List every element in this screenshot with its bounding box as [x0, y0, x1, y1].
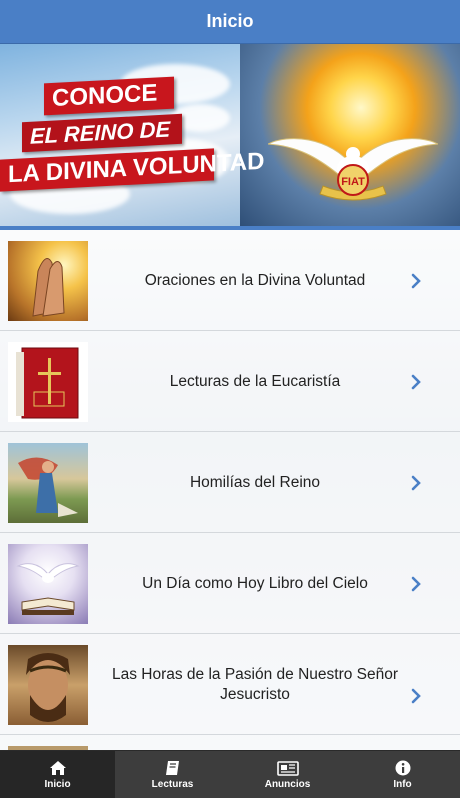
chevron-right-icon: [411, 475, 421, 491]
menu-list: Oraciones en la Divina Voluntad Lecturas…: [0, 230, 460, 750]
tab-anuncios[interactable]: Anuncios: [230, 751, 345, 798]
list-item-label: Oraciones en la Divina Voluntad: [144, 271, 366, 289]
page-title: Inicio: [206, 11, 254, 31]
newspaper-icon: [276, 760, 299, 776]
list-item[interactable]: Homilías del Reino: [0, 432, 460, 533]
tab-label: Info: [393, 778, 412, 790]
list-item[interactable]: Oraciones en la Divina Voluntad: [0, 230, 460, 331]
praying-hands-image: [8, 241, 88, 321]
chevron-right-icon: [411, 273, 421, 289]
list-item-label: Lecturas de la Eucaristía: [169, 372, 341, 390]
tab-label: Anuncios: [264, 778, 311, 790]
chevron-right-icon: [411, 576, 421, 592]
tab-label: Inicio: [44, 778, 71, 790]
chevron-right-icon: [411, 374, 421, 390]
red-bible-image: [8, 342, 88, 422]
tab-inicio[interactable]: Inicio: [0, 751, 115, 798]
tab-info[interactable]: Info: [345, 751, 460, 798]
painting-image: [8, 443, 88, 523]
list-item[interactable]: [0, 735, 460, 750]
banner-line-1: CONOCE: [44, 76, 174, 116]
list-item[interactable]: Lecturas de la Eucaristía: [0, 331, 460, 432]
tab-lecturas[interactable]: Lecturas: [115, 751, 230, 798]
book-icon: [165, 760, 179, 775]
home-icon: [49, 760, 66, 775]
list-item[interactable]: Las Horas de la Pasión de Nuestro Señor …: [0, 634, 460, 735]
hero-banner: CONOCE EL REINO DE LA DIVINA VOLUNTAD FI…: [0, 44, 460, 230]
bottom-tab-bar: Inicio Lecturas Anuncios Info: [0, 750, 460, 798]
dove-book-image: [8, 544, 88, 624]
tab-label: Lecturas: [151, 778, 194, 790]
info-icon: [395, 760, 410, 775]
chevron-right-icon: [411, 688, 421, 704]
top-bar: Inicio: [0, 0, 460, 44]
seal-text: FIAT: [341, 176, 365, 188]
banner-title: CONOCE EL REINO DE LA DIVINA VOLUNTAD: [0, 74, 264, 192]
list-item[interactable]: Un Día como Hoy Libro del Cielo: [0, 533, 460, 634]
banner-line-3: LA DIVINA VOLUNTAD: [0, 148, 264, 192]
list-item-label: Homilías del Reino: [189, 473, 321, 491]
dove-icon: FIAT: [268, 138, 438, 201]
list-item-label: Un Día como Hoy Libro del Cielo: [142, 574, 368, 592]
list-item-label: Las Horas de la Pasión de Nuestro Señor …: [111, 666, 399, 703]
jesus-image: [8, 645, 88, 725]
banner-line-2: EL REINO DE: [22, 113, 182, 153]
